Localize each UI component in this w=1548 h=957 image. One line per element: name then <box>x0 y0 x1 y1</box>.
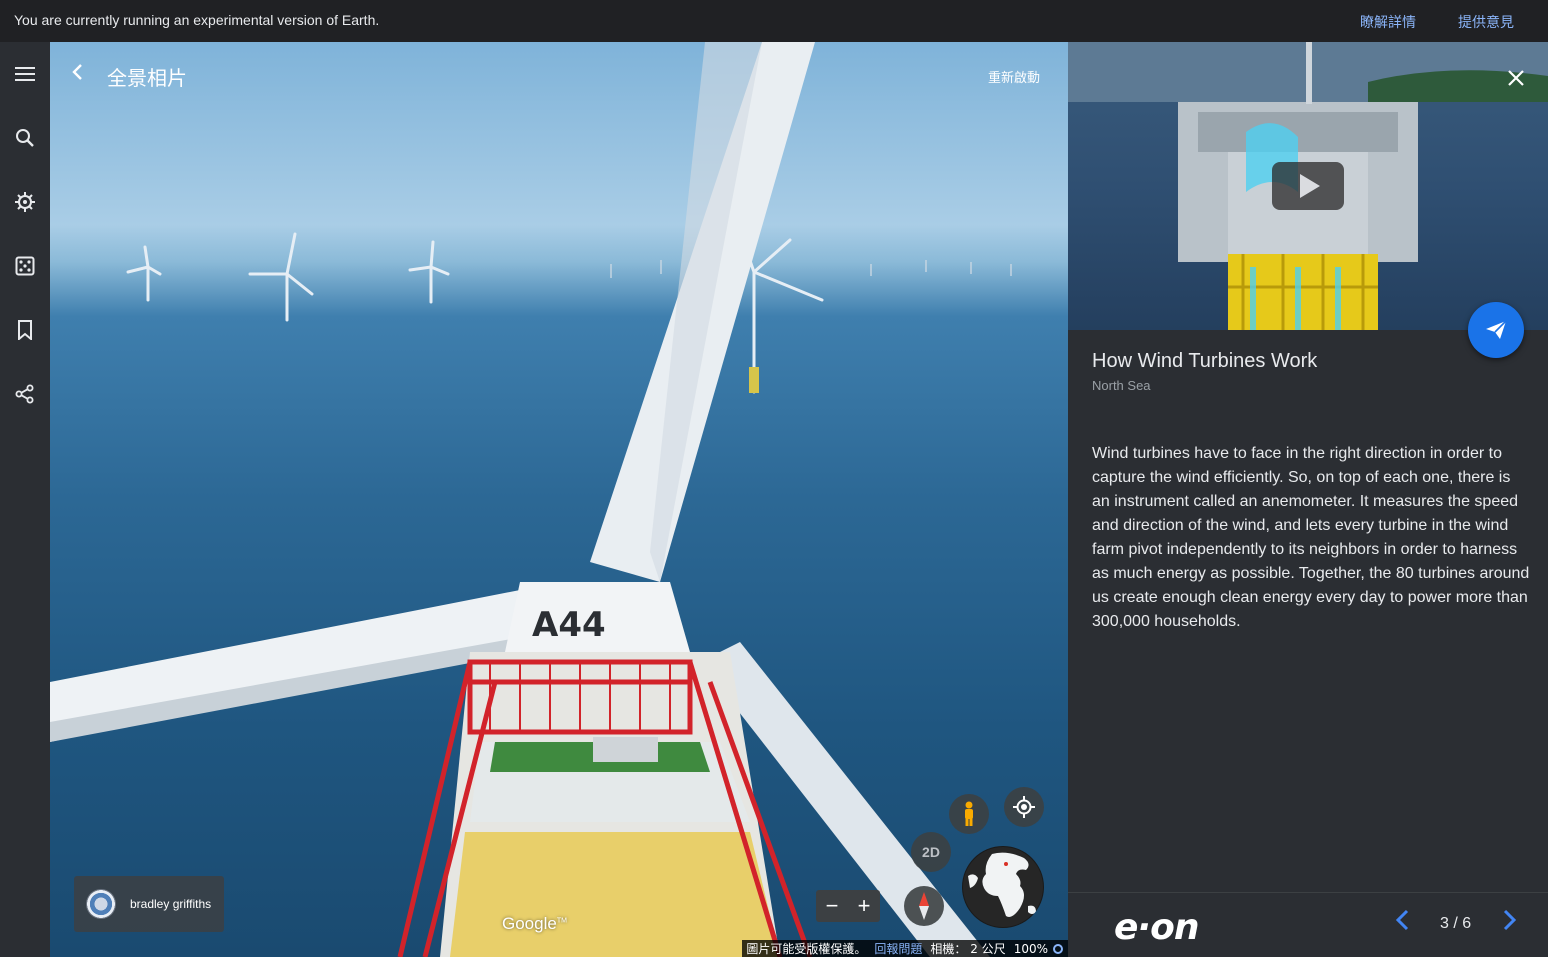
card-footer: e·on 3 / 6 <box>1068 892 1548 957</box>
eon-logo: e·on <box>1114 907 1199 948</box>
learn-more-link[interactable]: 瞭解詳情 <box>1360 12 1416 32</box>
photo-credit[interactable]: bradley griffiths <box>74 876 224 932</box>
substation-image <box>1068 42 1548 330</box>
back-arrow-icon[interactable] <box>68 62 88 82</box>
loading-status-icon <box>1053 943 1063 954</box>
google-logo: GoogleTM <box>502 914 567 933</box>
turbine-number-label: A44 <box>532 605 606 645</box>
zoom-controls: − + <box>816 890 880 922</box>
search-button[interactable] <box>9 122 41 154</box>
feedback-link[interactable]: 提供意見 <box>1458 12 1514 32</box>
globe-minimap[interactable] <box>962 846 1044 928</box>
restart-button[interactable]: 重新啟動 <box>988 67 1040 86</box>
bookmark-icon <box>18 320 32 340</box>
paper-plane-icon <box>1486 320 1507 339</box>
previous-arrow-icon[interactable] <box>1388 905 1418 935</box>
avatar <box>86 889 116 919</box>
banner-message: You are currently running an experimenta… <box>14 12 380 28</box>
zoom-out-button[interactable]: − <box>816 890 848 922</box>
camera-altitude: 相機： 2 公尺 <box>930 942 1006 956</box>
copyright-notice: 圖片可能受版權保護。 <box>746 942 867 956</box>
menu-icon <box>15 67 35 81</box>
compass-icon <box>919 892 929 920</box>
fly-to-button[interactable] <box>1468 302 1524 358</box>
compass-button[interactable] <box>904 886 944 926</box>
knowledge-card-panel: How Wind Turbines Work North Sea Wind tu… <box>1068 42 1548 957</box>
card-title: How Wind Turbines Work <box>1092 350 1318 372</box>
report-problem-link[interactable]: 回報問題 <box>870 940 926 957</box>
my-location-icon <box>1013 796 1035 818</box>
globe-icon <box>963 847 1043 927</box>
sidebar <box>0 42 50 957</box>
menu-button[interactable] <box>9 58 41 90</box>
voyager-button[interactable] <box>9 186 41 218</box>
page-indicator: 3 / 6 <box>1440 915 1472 932</box>
feeling-lucky-icon <box>15 256 35 276</box>
feeling-lucky-button[interactable] <box>9 250 41 282</box>
video-thumbnail[interactable] <box>1068 42 1548 330</box>
zoom-in-button[interactable]: + <box>848 890 880 922</box>
turbine-panorama-image: A44 <box>50 42 1012 957</box>
zoom-level: 100% <box>1013 941 1048 956</box>
panorama-viewer[interactable]: A44 全景相片 重新啟動 bradley griffiths GoogleTM <box>50 42 1068 957</box>
my-location-button[interactable] <box>1004 787 1044 827</box>
viewer-status-bar: 圖片可能受版權保護。 回報問題 相機： 2 公尺 100% <box>742 940 1068 957</box>
close-icon[interactable] <box>1506 68 1526 88</box>
share-button[interactable] <box>9 378 41 410</box>
experimental-banner: You are currently running an experimenta… <box>0 0 1548 42</box>
pegman-button[interactable] <box>949 794 989 834</box>
next-arrow-icon[interactable] <box>1494 905 1524 935</box>
viewer-title: 全景相片 <box>107 66 187 90</box>
share-icon <box>15 384 34 404</box>
projects-button[interactable] <box>9 314 41 346</box>
toggle-2d-button[interactable]: 2D <box>911 832 951 872</box>
card-description: Wind turbines have to face in the right … <box>1092 445 1530 630</box>
voyager-icon <box>15 192 35 212</box>
card-location: North Sea <box>1092 378 1151 393</box>
search-icon <box>16 129 34 147</box>
credit-name: bradley griffiths <box>130 897 212 911</box>
pegman-icon <box>965 801 973 826</box>
